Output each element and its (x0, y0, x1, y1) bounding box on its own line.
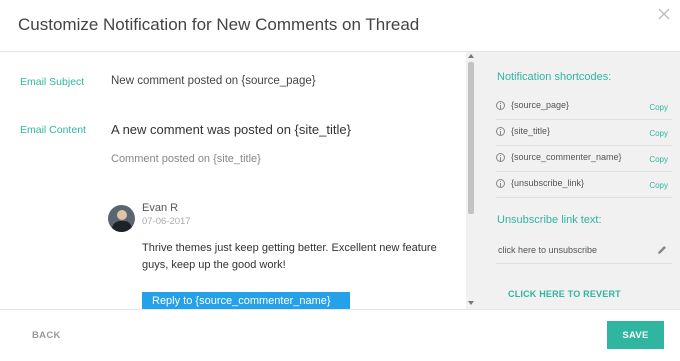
comment-text-line-1: Thrive themes just keep getting better. … (142, 242, 437, 254)
shortcode-row: {site_title} Copy (496, 120, 672, 146)
scrollbar-thumb[interactable] (468, 62, 474, 214)
shortcode-name: {source_commenter_name} (511, 152, 622, 162)
shortcode-name: {site_title} (511, 126, 551, 136)
shortcode-name: {unsubscribe_link} (511, 178, 585, 188)
save-button[interactable]: SAVE (607, 321, 664, 349)
comment-text-line-2: guys, keep up the good work! (142, 259, 286, 271)
shortcode-row: {source_page} Copy (496, 94, 672, 120)
info-icon (496, 153, 505, 162)
comment-author: Evan R (142, 202, 179, 214)
email-subject-field[interactable]: New comment posted on {source_page} (111, 75, 316, 87)
revert-link[interactable]: CLICK HERE TO REVERT (508, 289, 621, 299)
scroll-down-arrow-icon[interactable] (468, 301, 474, 305)
editor-scrollbar[interactable] (466, 52, 476, 309)
copy-link[interactable]: Copy (649, 129, 668, 138)
shortcode-row: {source_commenter_name} Copy (496, 146, 672, 172)
info-icon (496, 179, 505, 188)
info-icon (496, 101, 505, 110)
unsubscribe-text-field[interactable]: click here to unsubscribe (496, 238, 672, 264)
shortcodes-title: Notification shortcodes: (497, 71, 612, 83)
copy-link[interactable]: Copy (649, 181, 668, 190)
dialog-header: Customize Notification for New Comments … (0, 0, 680, 52)
copy-link[interactable]: Copy (649, 155, 668, 164)
unsubscribe-title: Unsubscribe link text: (497, 214, 602, 226)
avatar (108, 205, 135, 232)
email-subject-label: Email Subject (20, 76, 85, 88)
email-editor: Email Subject New comment posted on {sou… (0, 52, 466, 309)
info-icon (496, 127, 505, 136)
reply-button[interactable]: Reply to {source_commenter_name} (142, 292, 350, 309)
shortcodes-sidebar: Notification shortcodes: {source_page} C… (476, 52, 680, 309)
copy-link[interactable]: Copy (649, 103, 668, 112)
email-heading[interactable]: A new comment was posted on {site_title} (111, 122, 351, 137)
shortcode-row: {unsubscribe_link} Copy (496, 172, 672, 198)
email-content-label: Email Content (20, 124, 86, 136)
back-button[interactable]: BACK (32, 330, 61, 341)
unsubscribe-text: click here to unsubscribe (498, 245, 598, 255)
dialog-footer: BACK SAVE (0, 309, 680, 361)
close-icon[interactable] (656, 6, 672, 22)
email-subheading[interactable]: Comment posted on {site_title} (111, 153, 261, 165)
shortcode-name: {source_page} (511, 100, 570, 110)
pencil-icon[interactable] (656, 244, 668, 256)
dialog-title: Customize Notification for New Comments … (18, 15, 420, 34)
comment-date: 07-06-2017 (142, 216, 191, 227)
scroll-up-arrow-icon[interactable] (468, 54, 474, 58)
